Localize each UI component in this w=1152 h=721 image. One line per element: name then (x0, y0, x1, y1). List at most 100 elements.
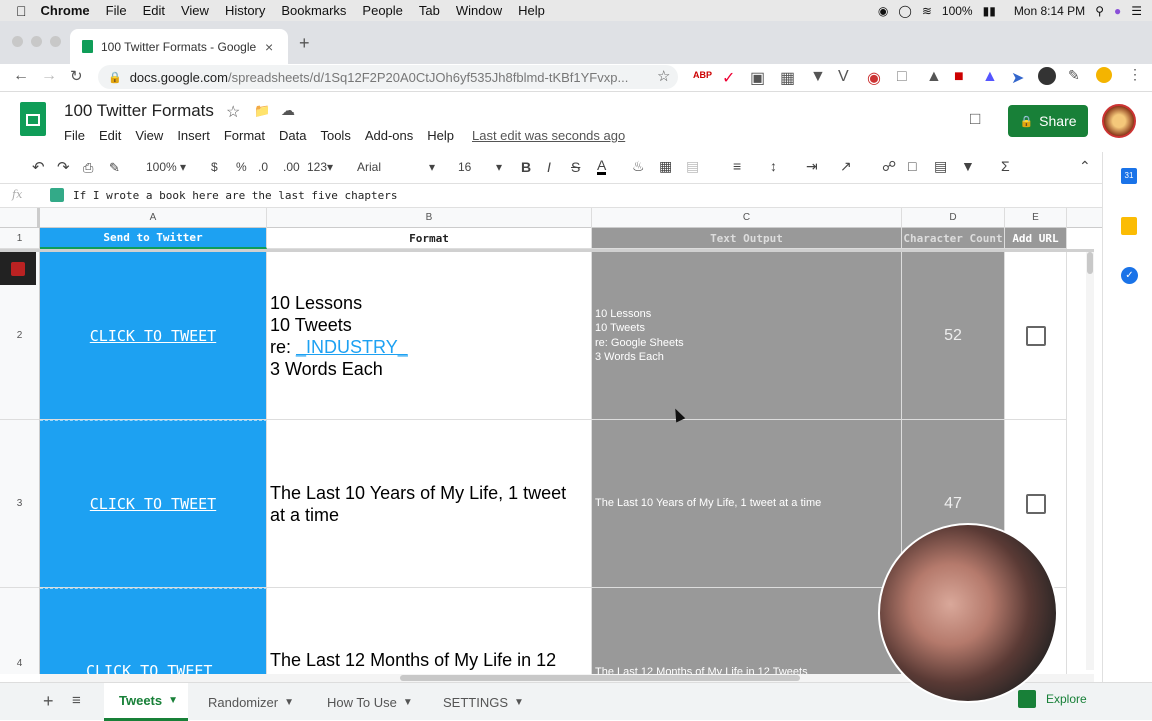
apple-icon[interactable]:  (16, 3, 27, 19)
column-header-b[interactable]: B (267, 208, 592, 228)
character-count-cell[interactable]: 52 (902, 252, 1005, 420)
click-to-tweet-cell[interactable]: CLICK TO TWEET (40, 420, 267, 588)
extension-icon-10[interactable]: ▲ (982, 68, 998, 86)
vertical-align-icon[interactable]: ↕ (770, 158, 777, 174)
doc-menu-tools[interactable]: Tools (320, 128, 350, 143)
functions-icon[interactable]: Σ (1001, 158, 1010, 174)
header-character-count[interactable]: Character Count (902, 228, 1005, 249)
menu-view[interactable]: View (181, 3, 209, 18)
click-to-tweet-link[interactable]: CLICK TO TWEET (90, 495, 216, 513)
add-sheet-icon[interactable]: + (43, 691, 54, 712)
app-name[interactable]: Chrome (41, 3, 90, 18)
tab-close-icon[interactable]: × (265, 39, 273, 55)
chevron-down-icon[interactable]: ▼ (168, 695, 178, 706)
doc-menu-edit[interactable]: Edit (99, 128, 121, 143)
row-header-3[interactable]: 3 (0, 420, 40, 588)
extension-icon-6[interactable]: ◉ (867, 68, 881, 88)
insert-chart-icon[interactable]: ▤ (934, 158, 947, 175)
insert-link-icon[interactable]: ☍ (882, 158, 896, 175)
italic-button[interactable]: I (547, 159, 551, 175)
increase-decimal-button[interactable]: .00 (283, 160, 300, 174)
click-to-tweet-link[interactable]: CLICK TO TWEET (90, 327, 216, 345)
move-folder-icon[interactable]: 📁 (254, 103, 270, 119)
doc-menu-insert[interactable]: Insert (177, 128, 210, 143)
battery-icon[interactable]: ▮▮ (983, 4, 996, 18)
add-url-checkbox[interactable] (1025, 325, 1046, 346)
cloud-status-icon[interactable]: ☁ (281, 102, 295, 119)
header-text-output[interactable]: Text Output (592, 228, 902, 249)
account-avatar[interactable] (1102, 104, 1136, 138)
extension-icon-3[interactable]: ▦ (780, 68, 795, 88)
column-header-d[interactable]: D (902, 208, 1005, 228)
clock[interactable]: Mon 8:14 PM (1014, 4, 1085, 18)
formula-input[interactable]: If I wrote a book here are the last five… (73, 189, 398, 202)
menu-help[interactable]: Help (518, 3, 545, 18)
spotlight-icon[interactable]: ⚲ (1095, 4, 1104, 18)
siri-icon[interactable]: ● (1114, 4, 1121, 18)
all-sheets-icon[interactable]: ≡ (72, 692, 81, 709)
share-button[interactable]: 🔒 Share (1008, 105, 1088, 137)
fill-color-icon[interactable]: ♨ (632, 158, 645, 175)
url-field[interactable]: 🔒 docs.google.com/spreadsheets/d/1Sq12F2… (98, 65, 678, 89)
menu-file[interactable]: File (106, 3, 127, 18)
sheet-tab-randomizer[interactable]: Randomizer ▼ (208, 683, 294, 721)
decrease-decimal-button[interactable]: .0 (258, 160, 268, 174)
window-close-icon[interactable] (12, 36, 23, 47)
extension-icon-2[interactable]: ▣ (750, 68, 765, 88)
insert-comment-icon[interactable]: □ (908, 158, 916, 174)
window-zoom-icon[interactable] (50, 36, 61, 47)
column-header-a[interactable]: A (40, 208, 267, 228)
menu-history[interactable]: History (225, 3, 265, 18)
click-to-tweet-cell[interactable]: CLICK TO TWEET (40, 252, 267, 420)
window-minimize-icon[interactable] (31, 36, 42, 47)
vertical-scrollbar[interactable] (1086, 252, 1094, 670)
column-header-c[interactable]: C (592, 208, 902, 228)
text-output-cell[interactable]: 10 Lessons 10 Tweets re: Google Sheets 3… (592, 252, 902, 420)
paint-format-icon[interactable]: ✎ (109, 160, 120, 176)
text-output-cell[interactable]: The Last 10 Years of My Life, 1 tweet at… (592, 420, 902, 588)
sheets-logo-icon[interactable] (20, 102, 46, 136)
doc-menu-help[interactable]: Help (427, 128, 454, 143)
reload-icon[interactable]: ↻ (70, 67, 83, 85)
align-left-icon[interactable]: ≡ (733, 158, 741, 174)
header-format[interactable]: Format (267, 228, 592, 249)
mute-icon[interactable]: ◯ (898, 4, 911, 18)
menu-window[interactable]: Window (456, 3, 502, 18)
doc-menu-file[interactable]: File (64, 128, 85, 143)
bold-button[interactable]: B (521, 159, 531, 175)
format-cell[interactable]: 10 Lessons 10 Tweets re: _INDUSTRY_ 3 Wo… (267, 252, 592, 420)
comments-icon[interactable]: □ (970, 109, 980, 129)
collapse-toolbar-icon[interactable]: ⌃ (1079, 158, 1091, 175)
text-color-button[interactable]: A (597, 158, 607, 175)
row-header-1[interactable]: 1 (0, 228, 40, 249)
last-edit-link[interactable]: Last edit was seconds ago (472, 128, 625, 143)
header-add-url[interactable]: Add URL (1005, 228, 1067, 249)
sheet-tab-settings[interactable]: SETTINGS ▼ (443, 683, 524, 721)
extension-icon-9[interactable]: ■ (954, 68, 964, 86)
scrollbar-thumb[interactable] (400, 675, 800, 681)
text-output-cell[interactable]: The Last 12 Months of My Life in 12 Twee… (592, 588, 902, 674)
extension-icon-8[interactable]: ▲ (926, 68, 942, 86)
redo-icon[interactable]: ↷ (57, 158, 70, 176)
wifi-icon[interactable]: ≋ (922, 4, 932, 18)
select-all-corner[interactable] (0, 208, 40, 228)
more-formats-select[interactable]: 123▾ (307, 160, 333, 174)
doc-title[interactable]: 100 Twitter Formats (64, 101, 214, 121)
sheet-tab-how-to-use[interactable]: How To Use ▼ (327, 683, 413, 721)
percent-button[interactable]: % (236, 160, 247, 174)
chevron-down-icon[interactable]: ▼ (284, 697, 294, 708)
back-icon[interactable]: ← (13, 67, 29, 85)
abp-extension-icon[interactable]: ABP (693, 70, 712, 80)
filter-icon[interactable]: ▼ (961, 158, 975, 174)
doc-menu-view[interactable]: View (135, 128, 163, 143)
click-to-tweet-link[interactable]: CLICK TO TWEET (86, 662, 212, 674)
doc-menu-format[interactable]: Format (224, 128, 265, 143)
currency-button[interactable]: $ (211, 160, 218, 174)
control-center-icon[interactable]: ☰ (1131, 4, 1142, 18)
text-rotation-icon[interactable]: ↗ (840, 158, 852, 175)
font-select[interactable]: Arial ▾ (357, 160, 437, 174)
chevron-down-icon[interactable]: ▼ (514, 697, 524, 708)
scrollbar-thumb[interactable] (1087, 252, 1093, 274)
extension-icon-7[interactable]: □ (897, 68, 907, 86)
print-icon[interactable]: ⎙ (83, 160, 93, 176)
